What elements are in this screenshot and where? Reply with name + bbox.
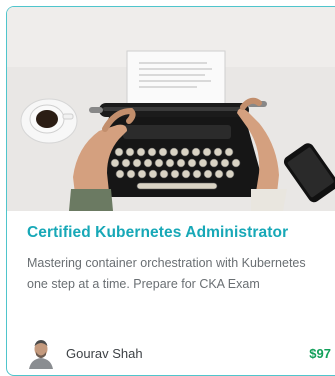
course-footer: Gourav Shah $97 [27, 337, 331, 369]
course-card[interactable]: Certified Kubernetes Administrator Maste… [6, 6, 335, 376]
course-thumbnail[interactable] [7, 7, 335, 211]
course-price: $97 [309, 346, 331, 361]
course-title[interactable]: Certified Kubernetes Administrator [27, 224, 288, 242]
author-avatar [27, 337, 55, 369]
author-name: Gourav Shah [66, 346, 143, 361]
course-description: Mastering container orchestration with K… [27, 256, 306, 291]
typewriter-photo [7, 7, 335, 211]
